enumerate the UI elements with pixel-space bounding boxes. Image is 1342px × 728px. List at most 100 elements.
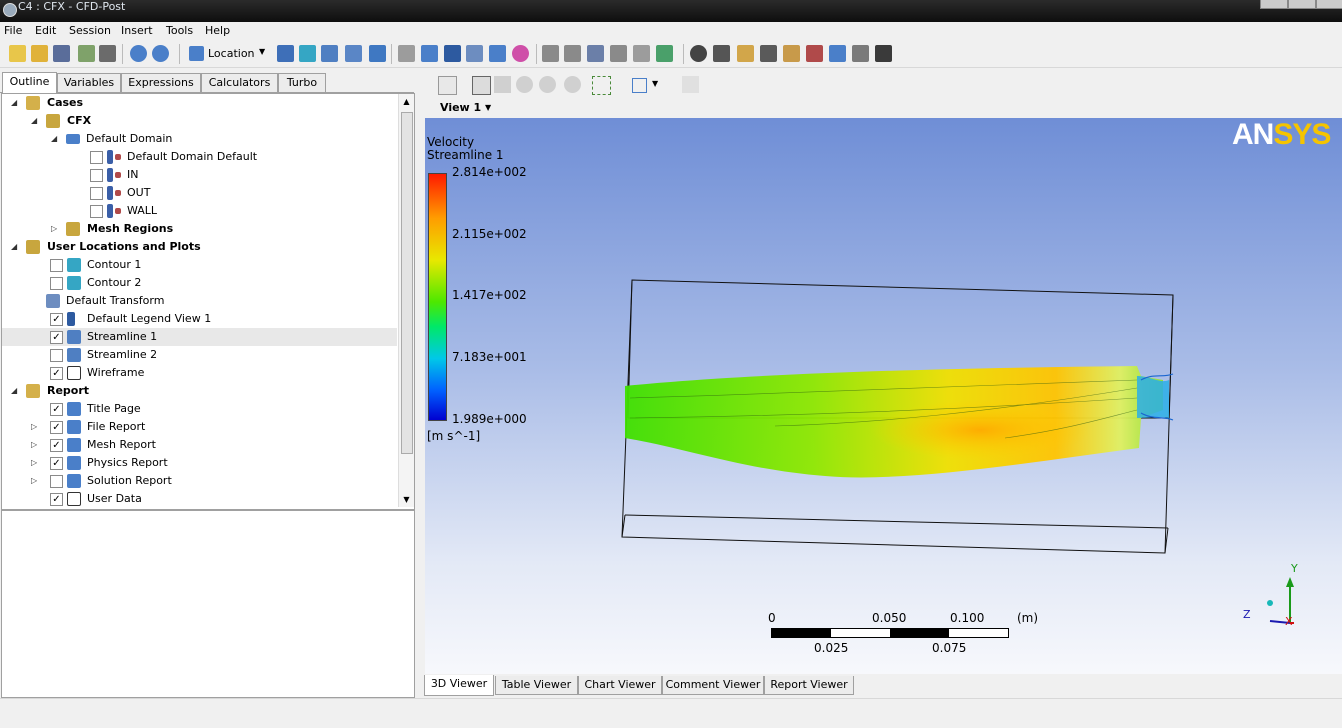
macro-calculator-icon[interactable] (806, 45, 823, 62)
tab-chart-viewer[interactable]: Chart Viewer (578, 676, 662, 695)
tree-item-in[interactable]: IN (2, 166, 397, 184)
select-icon[interactable] (438, 76, 457, 95)
tab-report-viewer[interactable]: Report Viewer (764, 676, 854, 695)
tree-item-physics-report[interactable]: ▷ ✓ Physics Report (2, 454, 397, 472)
chevron-down-icon[interactable]: ▼ (652, 79, 658, 88)
expanded-arrow-icon[interactable]: ◢ (11, 382, 17, 400)
redo-icon[interactable] (152, 45, 169, 62)
menu-edit[interactable]: Edit (35, 24, 56, 37)
scrollbar-thumb[interactable] (401, 112, 413, 454)
menu-insert[interactable]: Insert (121, 24, 153, 37)
help-cursor-icon[interactable] (682, 76, 699, 93)
close-button[interactable] (1316, 0, 1342, 9)
collapsed-arrow-icon[interactable]: ▷ (31, 472, 37, 490)
visibility-checkbox[interactable] (90, 205, 103, 218)
tree-item-cases[interactable]: ◢ Cases (2, 94, 397, 112)
tree-item-cfx[interactable]: ◢ CFX (2, 112, 397, 130)
highlight-icon[interactable] (592, 76, 611, 95)
visibility-checkbox[interactable] (50, 475, 63, 488)
text-tool-icon[interactable] (398, 45, 415, 62)
tree-item-default-domain[interactable]: ◢ Default Domain (2, 130, 397, 148)
case-comparison-icon[interactable] (852, 45, 869, 62)
visibility-checkbox[interactable] (90, 169, 103, 182)
viewport-layout-icon[interactable] (632, 78, 647, 93)
quick-editor-icon[interactable] (737, 45, 754, 62)
tab-outline[interactable]: Outline (2, 72, 57, 93)
view-selector[interactable]: View 1 (440, 101, 481, 114)
chevron-down-icon[interactable]: ▼ (485, 103, 491, 112)
tree-item-streamline-1[interactable]: ✓ Streamline 1 (2, 328, 397, 346)
tab-calculators[interactable]: Calculators (201, 73, 278, 92)
tree-item-streamline-2[interactable]: Streamline 2 (2, 346, 397, 364)
tree-item-contour-2[interactable]: Contour 2 (2, 274, 397, 292)
visibility-checkbox[interactable] (90, 187, 103, 200)
animation-icon[interactable] (713, 45, 730, 62)
visibility-checkbox[interactable] (50, 259, 63, 272)
instance-transform-icon[interactable] (466, 45, 483, 62)
figure-icon[interactable] (656, 45, 673, 62)
zoom-fit-icon[interactable] (564, 76, 581, 93)
tree-item-file-report[interactable]: ▷ ✓ File Report (2, 418, 397, 436)
expanded-arrow-icon[interactable]: ◢ (11, 94, 17, 112)
rotate-icon[interactable] (472, 76, 491, 95)
menu-file[interactable]: File (4, 24, 22, 37)
visibility-checkbox[interactable]: ✓ (50, 493, 63, 506)
volume-render-icon[interactable] (369, 45, 386, 62)
tab-turbo[interactable]: Turbo (278, 73, 326, 92)
tree-item-wireframe[interactable]: ✓ Wireframe (2, 364, 397, 382)
visibility-checkbox[interactable]: ✓ (50, 313, 63, 326)
tab-3d-viewer[interactable]: 3D Viewer (424, 675, 494, 696)
expanded-arrow-icon[interactable]: ◢ (11, 238, 17, 256)
tree-item-default-transform[interactable]: Default Transform (2, 292, 397, 310)
tree-item-user-locations[interactable]: ◢ User Locations and Plots (2, 238, 397, 256)
tree-item-report[interactable]: ◢ Report (2, 382, 397, 400)
coordinate-frame-icon[interactable] (421, 45, 438, 62)
function-calculator-icon[interactable] (783, 45, 800, 62)
tree-scrollbar[interactable]: ▲ ▼ (398, 94, 414, 507)
refresh-icon[interactable] (78, 45, 95, 62)
undo-icon[interactable] (130, 45, 147, 62)
minimize-button[interactable] (1260, 0, 1288, 9)
tab-table-viewer[interactable]: Table Viewer (495, 676, 578, 695)
visibility-checkbox[interactable]: ✓ (50, 331, 63, 344)
menu-tools[interactable]: Tools (166, 24, 193, 37)
tab-expressions[interactable]: Expressions (121, 73, 201, 92)
menu-session[interactable]: Session (69, 24, 111, 37)
visibility-checkbox[interactable] (50, 349, 63, 362)
visibility-checkbox[interactable] (50, 277, 63, 290)
load-state-icon[interactable] (9, 45, 26, 62)
collapsed-arrow-icon[interactable]: ▷ (31, 436, 37, 454)
chart-icon[interactable] (610, 45, 627, 62)
tree-item-mesh-report[interactable]: ▷ ✓ Mesh Report (2, 436, 397, 454)
tree-item-default-legend-view-1[interactable]: ✓ Default Legend View 1 (2, 310, 397, 328)
visibility-checkbox[interactable] (90, 151, 103, 164)
load-results-icon[interactable] (31, 45, 48, 62)
tree-item-title-page[interactable]: ✓ Title Page (2, 400, 397, 418)
tree-item-default-domain-default[interactable]: Default Domain Default (2, 148, 397, 166)
expanded-arrow-icon[interactable]: ◢ (51, 130, 57, 148)
tree-item-user-data[interactable]: ✓ User Data (2, 490, 397, 508)
command-editor-icon[interactable] (875, 45, 892, 62)
visibility-checkbox[interactable]: ✓ (50, 439, 63, 452)
3d-viewport[interactable]: Velocity Streamline 1 2.814e+002 2.115e+… (425, 118, 1342, 674)
location-dropdown[interactable]: Location ▼ (187, 44, 269, 63)
tree-item-contour-1[interactable]: Contour 1 (2, 256, 397, 274)
color-map-icon[interactable] (512, 45, 529, 62)
mesh-calculator-icon[interactable] (829, 45, 846, 62)
visibility-checkbox[interactable]: ✓ (50, 421, 63, 434)
maximize-button[interactable] (1288, 0, 1316, 9)
visibility-checkbox[interactable]: ✓ (50, 403, 63, 416)
timestep-icon[interactable] (690, 45, 707, 62)
tab-variables[interactable]: Variables (57, 73, 121, 92)
zoom-icon[interactable] (516, 76, 533, 93)
tree-item-solution-report[interactable]: ▷ Solution Report (2, 472, 397, 490)
expression-icon[interactable] (564, 45, 581, 62)
streamline-tool-icon[interactable] (321, 45, 338, 62)
probe-icon[interactable] (760, 45, 777, 62)
camera-icon[interactable] (99, 45, 116, 62)
variable-icon[interactable] (542, 45, 559, 62)
collapsed-arrow-icon[interactable]: ▷ (31, 454, 37, 472)
pan-icon[interactable] (494, 76, 511, 93)
collapsed-arrow-icon[interactable]: ▷ (51, 220, 57, 238)
zoom-box-icon[interactable] (539, 76, 556, 93)
